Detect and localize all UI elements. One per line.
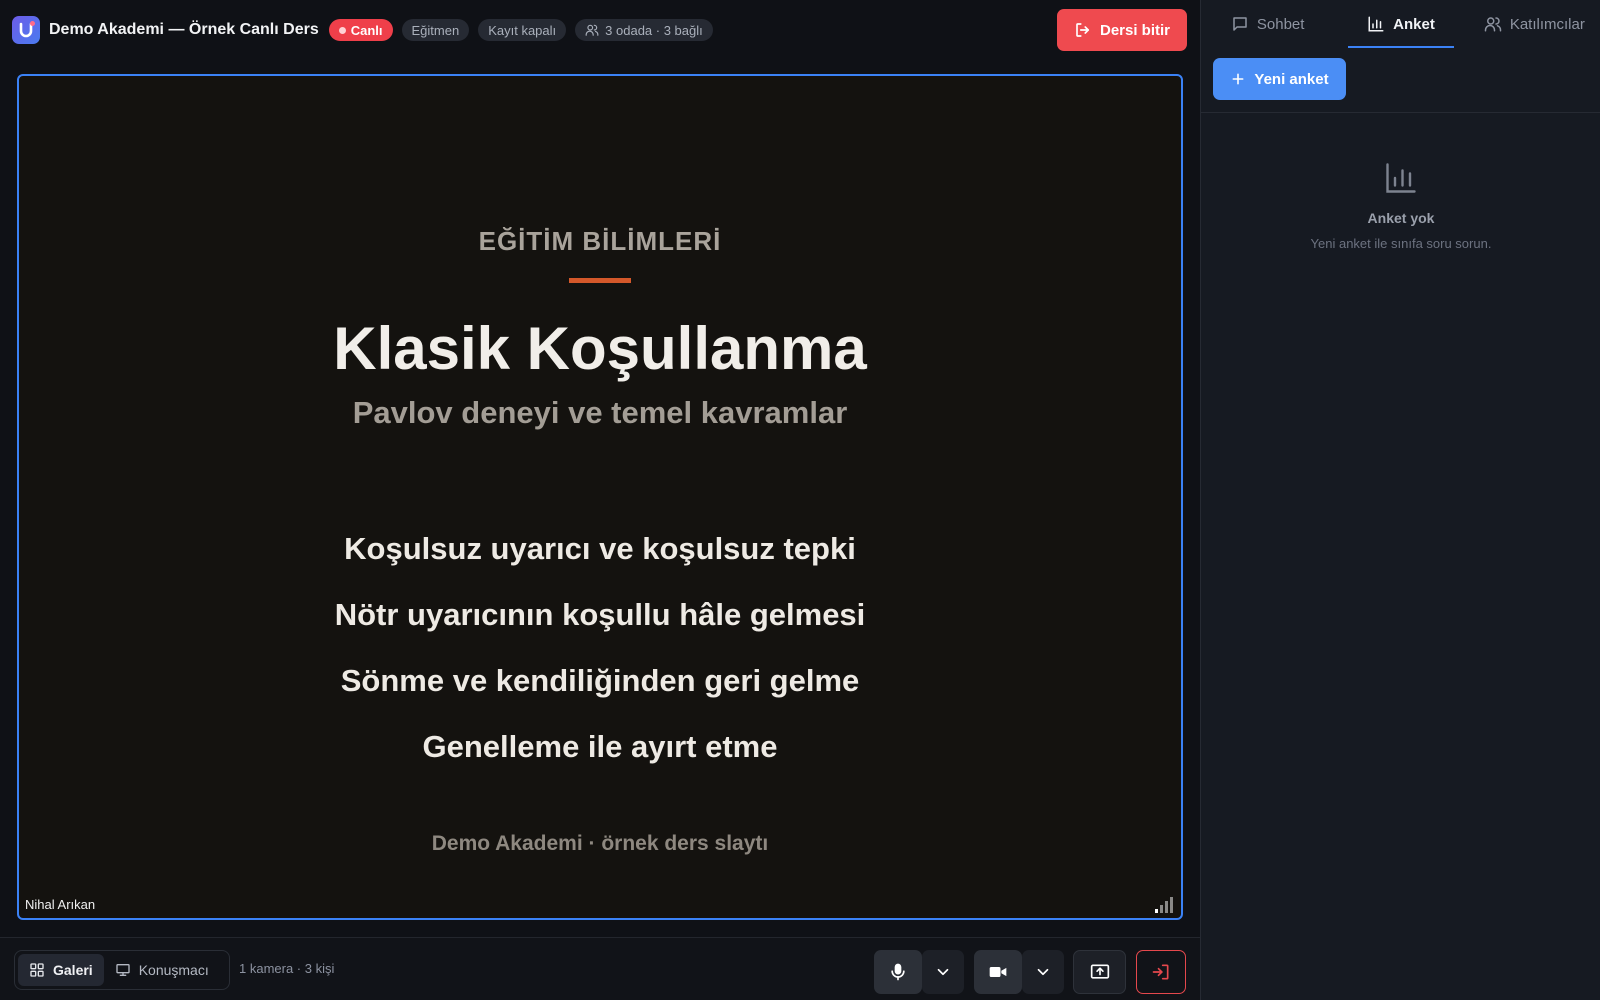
- leave-icon: [1152, 964, 1169, 980]
- bottom-toolbar: Galeri Konuşmacı 1 kamera · 3 kişi: [0, 937, 1200, 1000]
- participants-badge: 3 odada · 3 bağlı: [575, 19, 713, 41]
- exit-icon: [1076, 23, 1090, 37]
- tab-chat[interactable]: Sohbet: [1201, 0, 1334, 48]
- sidebar-tabs: Sohbet Anket Katılımcılar: [1201, 0, 1600, 48]
- speaker-view-button[interactable]: Konuşmacı: [104, 954, 220, 986]
- slide-divider: [569, 278, 631, 283]
- chevron-down-icon: [1037, 968, 1049, 976]
- screen-share-icon: [1090, 964, 1109, 979]
- live-dot-icon: [338, 26, 346, 34]
- right-sidebar: Sohbet Anket Katılımcılar Yeni anket Ank…: [1200, 0, 1600, 1000]
- top-bar: Demo Akademi — Örnek Canlı Ders Canlı Eğ…: [0, 0, 1200, 60]
- shared-slide: EĞİTİM BİLİMLERİ Klasik Koşullanma Pavlo…: [19, 76, 1181, 918]
- microphone-button[interactable]: [874, 950, 922, 994]
- chat-icon: [1233, 17, 1247, 31]
- empty-state: Anket yok Yeni anket ile sınıfa soru sor…: [1201, 160, 1600, 251]
- tab-poll-label: Anket: [1393, 15, 1435, 33]
- presentation-icon: [116, 964, 130, 976]
- poll-toolbar: Yeni anket: [1201, 48, 1600, 113]
- slide-bullets: Koşulsuz uyarıcı ve koşulsuz tepki Nötr …: [19, 516, 1181, 780]
- speaker-name: Nihal Arıkan: [25, 897, 96, 912]
- speaker-view-label: Konuşmacı: [138, 962, 209, 978]
- empty-state-description: Yeni anket ile sınıfa soru sorun.: [1310, 236, 1492, 251]
- empty-state-title: Anket yok: [1367, 210, 1435, 226]
- app-logo-icon: [12, 16, 40, 44]
- new-poll-button[interactable]: Yeni anket: [1213, 58, 1346, 100]
- slide-bullet: Sönme ve kendiliğinden geri gelme: [340, 663, 860, 698]
- bar-chart-icon: [1368, 16, 1384, 32]
- users-icon: [585, 24, 599, 36]
- chevron-down-icon: [937, 968, 949, 976]
- role-badge: Eğitmen: [401, 19, 470, 41]
- slide-bullet: Nötr uyarıcının koşullu hâle gelmesi: [334, 597, 866, 632]
- bar-chart-icon: [1386, 163, 1416, 193]
- screen-share-button[interactable]: [1073, 950, 1126, 994]
- main-area: Demo Akademi — Örnek Canlı Ders Canlı Eğ…: [0, 0, 1200, 1000]
- page-title: Demo Akademi — Örnek Canlı Ders: [49, 21, 319, 38]
- camera-options-button[interactable]: [1022, 950, 1064, 994]
- camera-button[interactable]: [974, 950, 1022, 994]
- tab-poll[interactable]: Anket: [1334, 0, 1467, 48]
- tab-participants-label: Katılımcılar: [1509, 15, 1585, 33]
- live-badge-label: Canlı: [350, 22, 383, 38]
- gallery-view-label: Galeri: [53, 962, 93, 978]
- slide-bullet: Genelleme ile ayırt etme: [422, 729, 778, 764]
- app: Demo Akademi — Örnek Canlı Ders Canlı Eğ…: [0, 0, 1600, 1000]
- users-icon: [1484, 17, 1502, 32]
- tab-chat-label: Sohbet: [1256, 15, 1305, 33]
- video-camera-icon: [989, 967, 1007, 977]
- live-badge: Canlı: [328, 19, 393, 41]
- slide-kicker: EĞİTİM BİLİMLERİ: [478, 226, 722, 256]
- video-tile[interactable]: EĞİTİM BİLİMLERİ Klasik Koşullanma Pavlo…: [17, 74, 1183, 920]
- slide-subtitle: Pavlov deneyi ve temel kavramlar: [352, 395, 848, 430]
- new-poll-label: Yeni anket: [1254, 70, 1329, 88]
- tab-participants[interactable]: Katılımcılar: [1468, 0, 1600, 48]
- slide-footer: Demo Akademi · örnek ders slaytı: [431, 832, 769, 855]
- participants-badge-label: 3 odada · 3 bağlı: [605, 22, 703, 38]
- signal-strength-icon: [1155, 897, 1173, 913]
- microphone-options-button[interactable]: [922, 950, 964, 994]
- end-class-button[interactable]: Dersi bitir: [1057, 9, 1187, 51]
- gallery-view-button[interactable]: Galeri: [18, 954, 104, 986]
- camera-count: 1 kamera · 3 kişi: [239, 961, 335, 976]
- end-class-label: Dersi bitir: [1099, 21, 1171, 39]
- slide-bullet: Koşulsuz uyarıcı ve koşulsuz tepki: [344, 531, 856, 566]
- grid-icon: [30, 963, 44, 977]
- plus-icon: [1232, 73, 1244, 85]
- slide-title: Klasik Koşullanma: [333, 315, 867, 382]
- recording-badge: Kayıt kapalı: [478, 19, 567, 41]
- view-toggle: Galeri Konuşmacı: [14, 950, 230, 990]
- leave-button[interactable]: [1136, 950, 1186, 994]
- microphone-icon: [891, 963, 905, 981]
